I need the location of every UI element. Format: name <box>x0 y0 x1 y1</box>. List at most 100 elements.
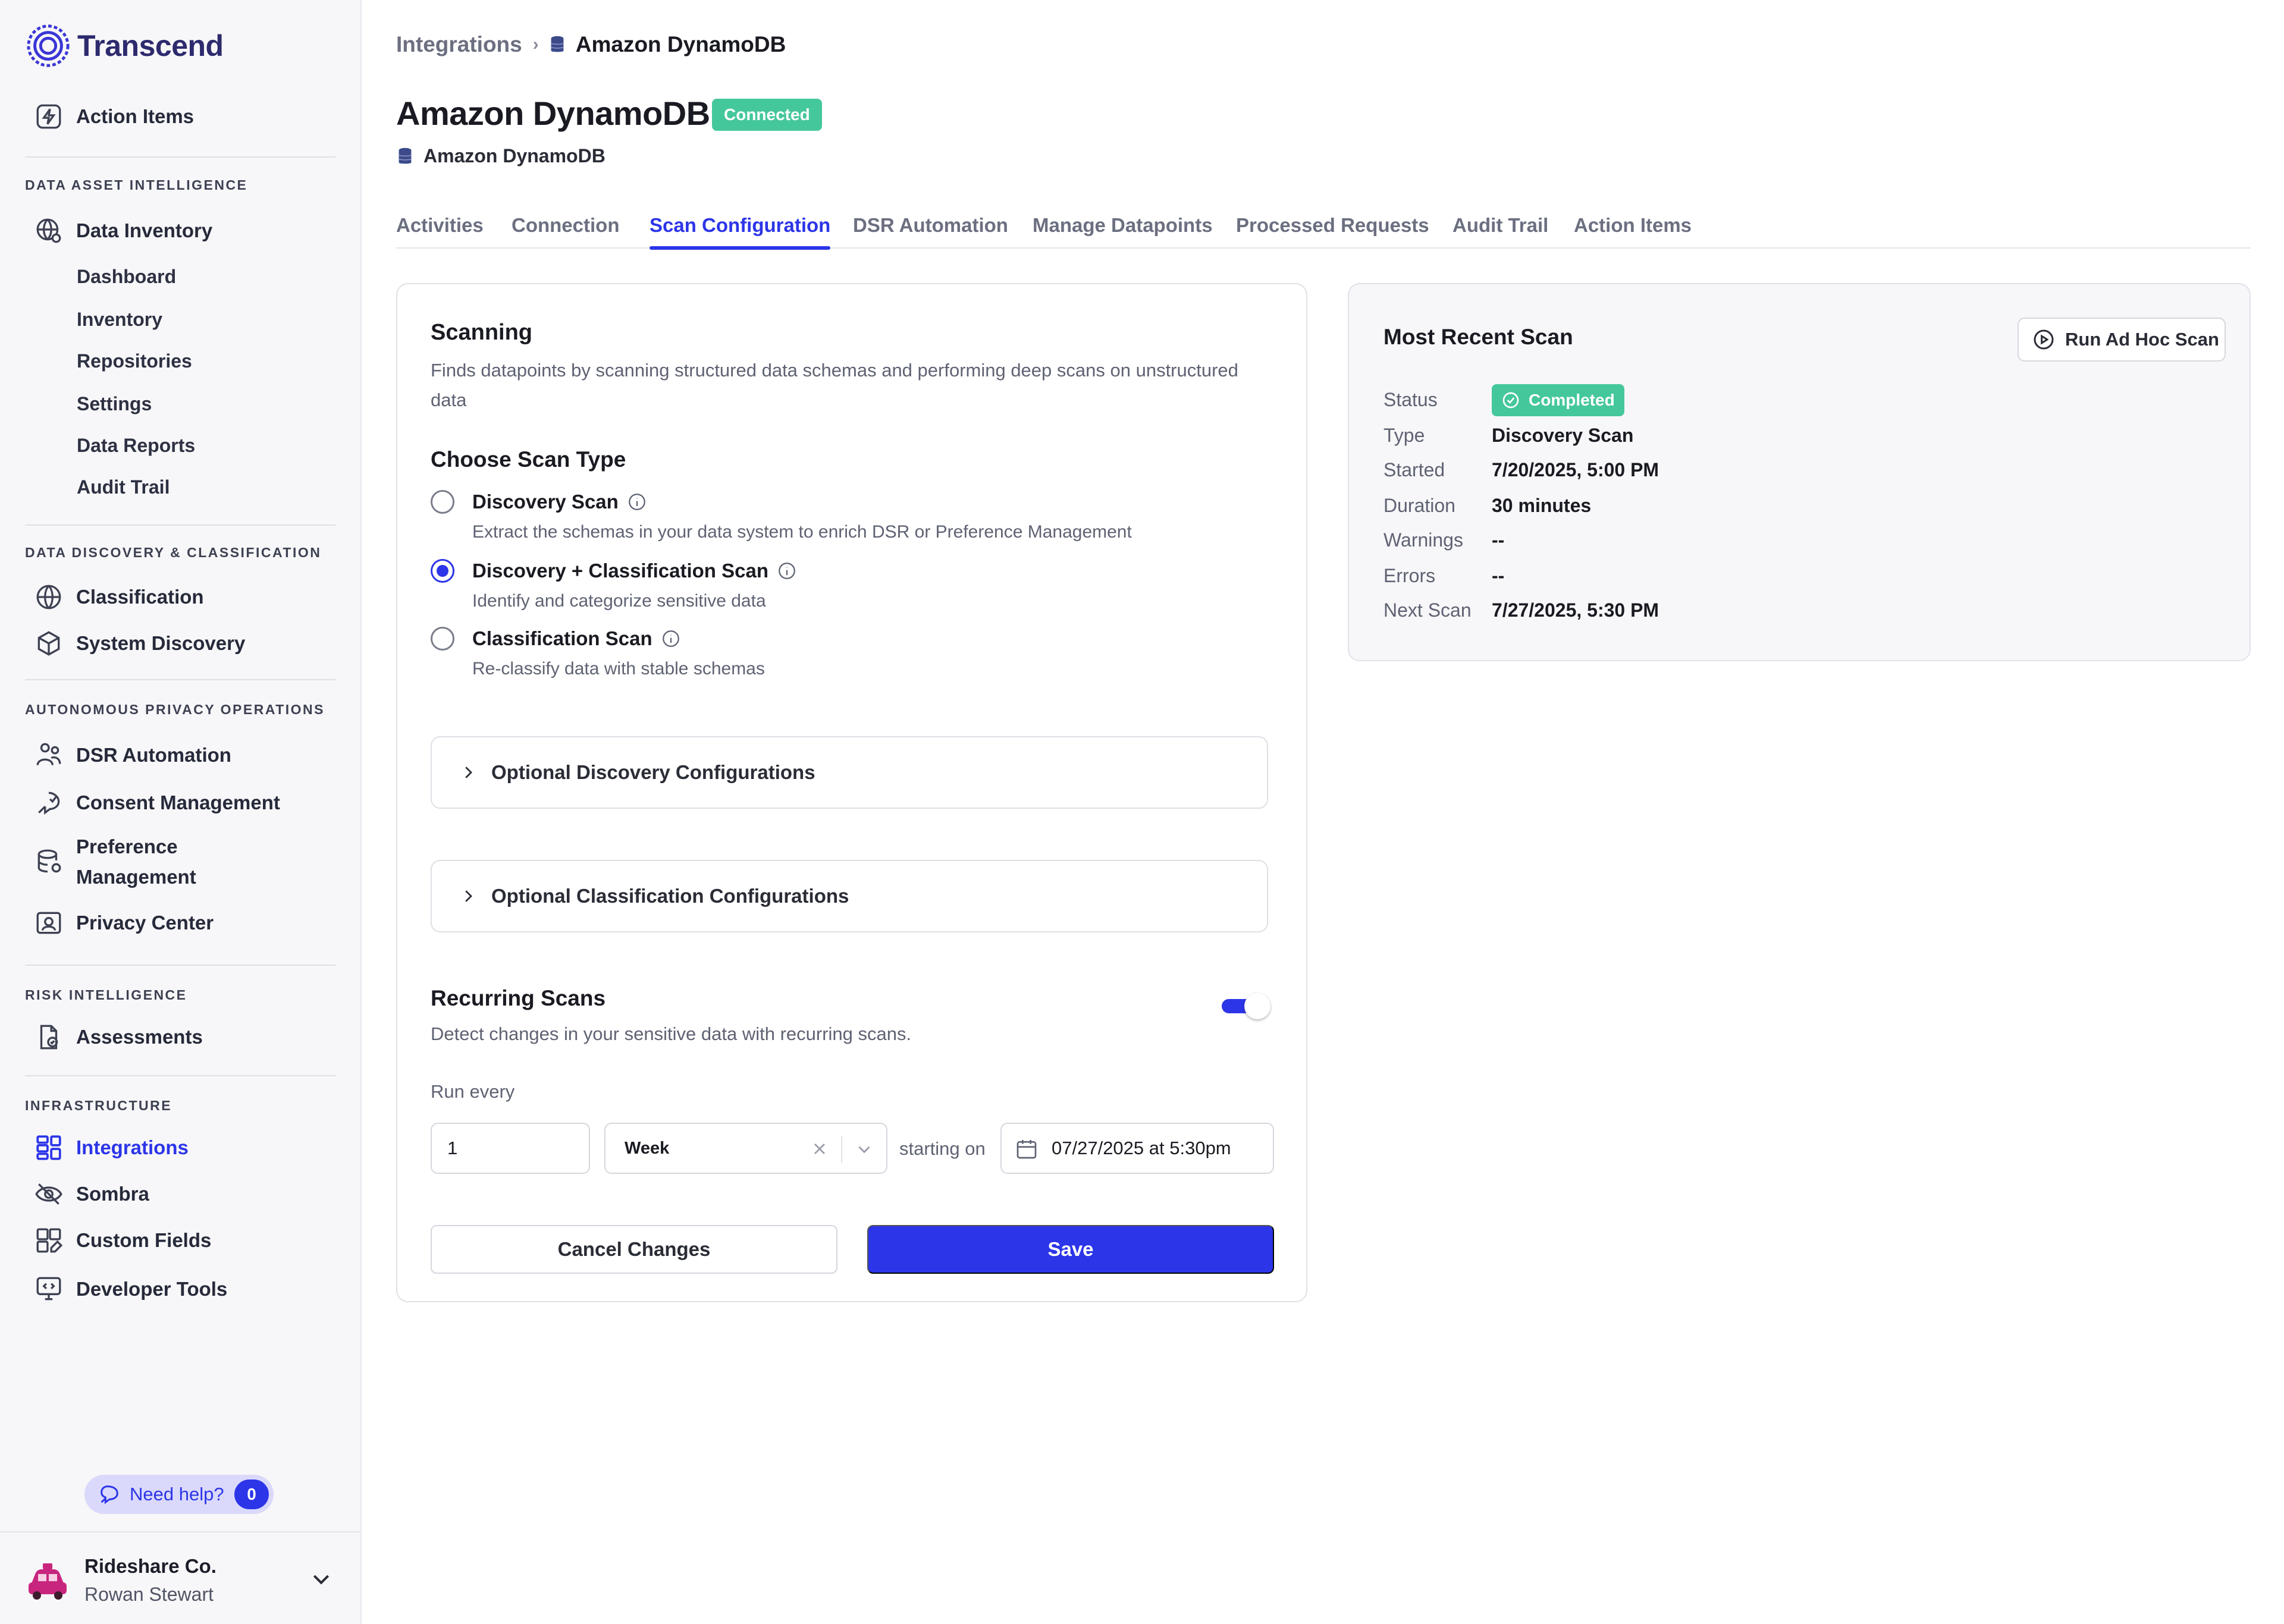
sidebar-item-label: Consent Management <box>76 791 280 813</box>
sidebar-subitem-repositories[interactable]: Repositories <box>77 346 192 376</box>
sidebar-divider <box>25 965 335 966</box>
type-value: Discovery Scan <box>1492 425 1634 446</box>
warnings-key: Warnings <box>1383 529 1463 551</box>
sidebar-divider <box>25 1075 335 1076</box>
database-icon <box>550 36 564 52</box>
need-help-button[interactable]: Need help? 0 <box>84 1475 274 1514</box>
radio-label: Discovery + Classification Scan <box>472 560 768 582</box>
sidebar-item-sombra[interactable]: Sombra <box>32 1177 149 1211</box>
play-circle-icon <box>2034 329 2054 350</box>
logo[interactable]: Transcend <box>25 23 224 69</box>
tab-audit-trail[interactable]: Audit Trail <box>1452 214 1548 247</box>
started-value: 7/20/2025, 5:00 PM <box>1492 459 1659 480</box>
radio-discovery-classification-scan[interactable]: Discovery + Classification Scan <box>431 559 797 583</box>
tab-bar: Activities Connection Scan Configuration… <box>396 214 2251 250</box>
section-title-privacy-ops: AUTONOMOUS PRIVACY OPERATIONS <box>25 702 325 717</box>
accordion-discovery-configurations[interactable]: Optional Discovery Configurations <box>431 736 1268 809</box>
sidebar-item-label: Preference Management <box>76 831 196 892</box>
accordion-label: Optional Classification Configurations <box>491 885 849 907</box>
sidebar-item-dsr-automation[interactable]: DSR Automation <box>32 739 231 772</box>
warnings-value: -- <box>1492 529 1505 551</box>
sidebar-subitem-data-reports[interactable]: Data Reports <box>77 431 195 460</box>
period-select-value: Week <box>625 1138 670 1158</box>
status-completed-label: Completed <box>1529 391 1615 409</box>
type-key: Type <box>1383 425 1425 446</box>
sidebar-item-assessments[interactable]: Assessments <box>32 1020 203 1054</box>
radio-button[interactable] <box>431 490 454 514</box>
recurring-scans-toggle[interactable] <box>1222 993 1272 1019</box>
sidebar-subitem-audit-trail[interactable]: Audit Trail <box>77 472 170 502</box>
radio-discovery-scan[interactable]: Discovery Scan <box>431 490 647 514</box>
sidebar-item-classification[interactable]: Classification <box>32 580 204 614</box>
info-icon[interactable] <box>627 492 647 512</box>
radio-button[interactable] <box>431 627 454 651</box>
run-every-input[interactable]: 1 <box>431 1123 590 1174</box>
tab-dsr-automation[interactable]: DSR Automation <box>853 214 1008 247</box>
start-date-input[interactable]: 07/27/2025 at 5:30pm <box>1000 1123 1274 1174</box>
sidebar-subitem-settings[interactable]: Settings <box>77 389 152 419</box>
page-subtitle-label: Amazon DynamoDB <box>423 145 605 167</box>
breadcrumb-current: Amazon DynamoDB <box>550 32 786 57</box>
consent-icon <box>32 786 65 819</box>
tab-scan-configuration[interactable]: Scan Configuration <box>650 214 831 250</box>
scanning-description-line1: Finds datapoints by scanning structured … <box>431 360 1238 381</box>
sidebar-item-custom-fields[interactable]: Custom Fields <box>32 1224 211 1257</box>
user-card-icon <box>32 906 65 940</box>
chat-help-icon <box>101 1485 118 1504</box>
cancel-changes-button[interactable]: Cancel Changes <box>431 1225 837 1274</box>
sidebar-item-action-items[interactable]: Action Items <box>32 100 194 133</box>
sidebar-divider <box>25 679 335 680</box>
select-separator <box>841 1136 842 1163</box>
sidebar-item-integrations[interactable]: Integrations <box>32 1131 189 1164</box>
scanning-description-line2: data <box>431 389 467 410</box>
radio-classification-scan[interactable]: Classification Scan <box>431 627 681 651</box>
tab-connection[interactable]: Connection <box>512 214 619 247</box>
chevron-down-icon[interactable] <box>309 1567 333 1591</box>
recurring-scans-description: Detect changes in your sensitive data wi… <box>431 1023 912 1044</box>
sidebar-item-preference-management[interactable]: Preference Management <box>32 830 196 893</box>
close-icon[interactable] <box>810 1139 829 1158</box>
section-title-data-asset: DATA ASSET INTELLIGENCE <box>25 177 248 193</box>
chevron-right-icon <box>465 767 472 778</box>
transcend-logo-icon <box>27 24 70 67</box>
sidebar-item-consent-management[interactable]: Consent Management <box>32 786 280 819</box>
accordion-classification-configurations[interactable]: Optional Classification Configurations <box>431 860 1268 932</box>
section-title-data-discovery: DATA DISCOVERY & CLASSIFICATION <box>25 545 322 560</box>
save-button[interactable]: Save <box>867 1225 1274 1274</box>
radio-description: Identify and categorize sensitive data <box>472 591 766 611</box>
radio-button-selected[interactable] <box>431 559 454 583</box>
chevron-down-icon[interactable] <box>854 1139 874 1160</box>
help-count-badge: 0 <box>234 1479 269 1509</box>
sidebar-item-label: Privacy Center <box>76 912 214 934</box>
org-avatar-car-icon <box>29 1563 67 1600</box>
grid-edit-icon <box>32 1224 65 1257</box>
info-icon[interactable] <box>777 561 797 581</box>
lightning-icon <box>32 100 65 133</box>
sidebar-item-data-inventory[interactable]: Data Inventory <box>32 214 212 247</box>
integrations-icon <box>32 1131 65 1164</box>
sidebar-divider <box>25 524 335 526</box>
sidebar-item-system-discovery[interactable]: System Discovery <box>32 627 245 660</box>
sidebar-item-label: Sombra <box>76 1183 149 1205</box>
sidebar: Transcend Action Items DATA ASSET INTELL… <box>0 0 362 1624</box>
account-switcher[interactable]: Rideshare Co. Rowan Stewart <box>0 1531 360 1624</box>
sidebar-subitem-dashboard[interactable]: Dashboard <box>77 262 176 291</box>
sidebar-item-privacy-center[interactable]: Privacy Center <box>32 906 214 940</box>
breadcrumb-integrations[interactable]: Integrations <box>396 32 522 57</box>
database-settings-icon <box>32 845 65 878</box>
sidebar-item-developer-tools[interactable]: Developer Tools <box>32 1273 227 1306</box>
tab-processed-requests[interactable]: Processed Requests <box>1236 214 1429 247</box>
info-icon[interactable] <box>661 629 681 649</box>
sidebar-subitem-inventory[interactable]: Inventory <box>77 304 162 334</box>
status-key: Status <box>1383 389 1438 410</box>
section-title-risk: RISK INTELLIGENCE <box>25 987 187 1003</box>
status-completed-badge: Completed <box>1492 384 1624 416</box>
tab-manage-datapoints[interactable]: Manage Datapoints <box>1033 214 1213 247</box>
run-ad-hoc-scan-button[interactable]: Run Ad Hoc Scan <box>2018 318 2226 362</box>
sidebar-item-label: Classification <box>76 586 204 608</box>
starting-on-label: starting on <box>899 1138 986 1159</box>
period-select[interactable]: Week <box>604 1123 887 1174</box>
tab-action-items[interactable]: Action Items <box>1574 214 1692 247</box>
scan-configuration-card: Scanning Finds datapoints by scanning st… <box>396 283 1307 1302</box>
tab-activities[interactable]: Activities <box>396 214 484 247</box>
